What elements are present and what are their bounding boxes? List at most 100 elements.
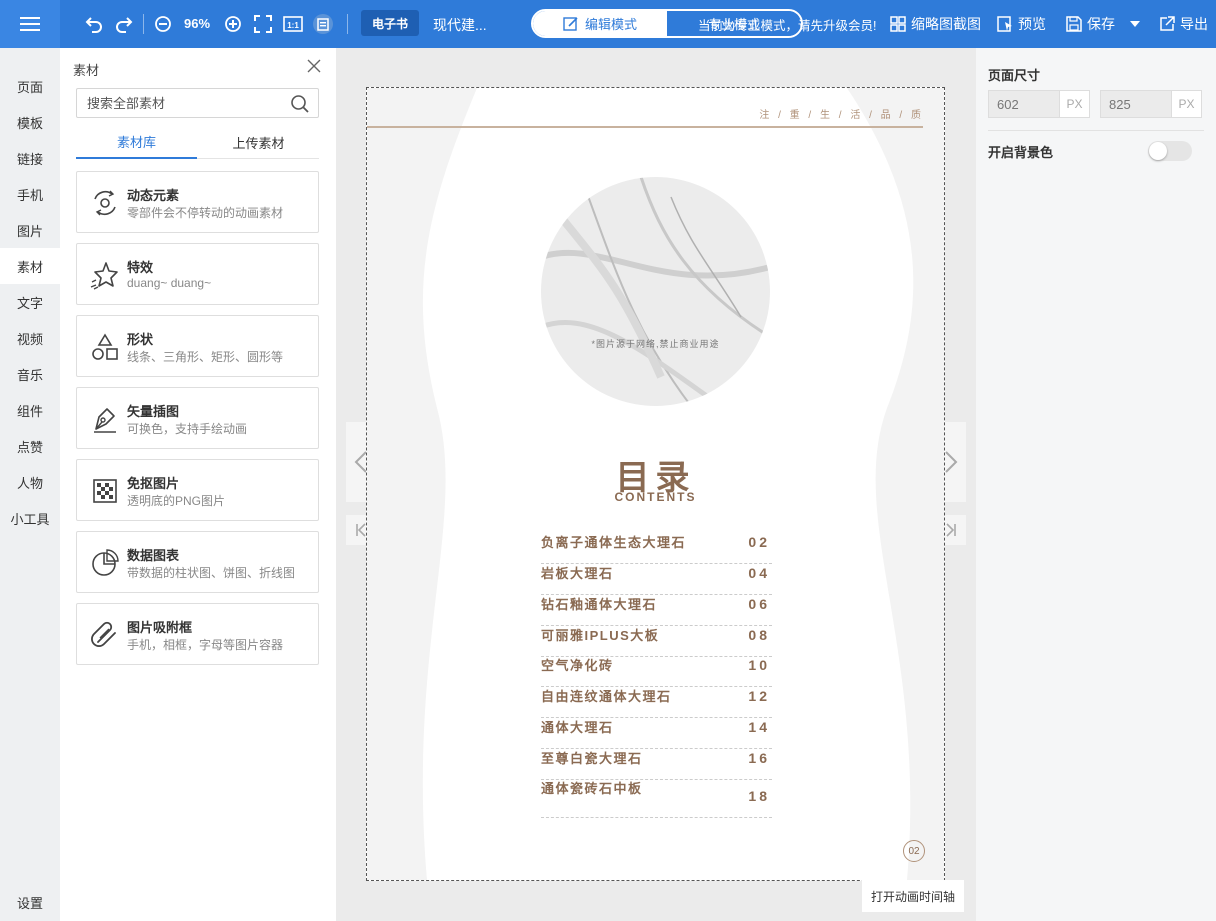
close-panel-button[interactable] xyxy=(306,58,324,76)
edit-icon xyxy=(563,16,578,31)
height-unit: PX xyxy=(1171,91,1201,117)
save-button[interactable]: 保存 xyxy=(1066,14,1115,34)
zoom-level: 96% xyxy=(184,16,211,31)
nav-item-links[interactable]: 链接 xyxy=(0,140,60,176)
page-size-title: 页面尺寸 xyxy=(988,68,1041,83)
search-input[interactable] xyxy=(77,89,287,117)
document-title[interactable]: 现代建... xyxy=(433,15,487,35)
toc-row-number: 14 xyxy=(748,719,770,735)
preview-button[interactable]: 预览 xyxy=(997,14,1046,34)
card-description: 透明底的PNG图片 xyxy=(127,494,226,508)
nav-item-text[interactable]: 文字 xyxy=(0,284,60,320)
image-caption: *图片源于网络,禁止商业用途 xyxy=(591,339,720,349)
toc-row: 空气净化砖 10 xyxy=(541,655,772,687)
menu-icon xyxy=(20,17,40,31)
toc-row-name: 通体大理石 xyxy=(541,720,614,735)
page-width-input[interactable] xyxy=(989,91,1061,117)
nav-item-video[interactable]: 视频 xyxy=(0,320,60,356)
nav-item-templates[interactable]: 模板 xyxy=(0,104,60,140)
toc-row-number: 08 xyxy=(748,627,770,643)
toc-row-number: 18 xyxy=(748,788,770,804)
material-card-effects[interactable]: 特效 duang~ duang~ xyxy=(76,243,319,305)
clipboard-button[interactable] xyxy=(311,12,335,36)
page-canvas[interactable]: 注 / 重 / 生 / 活 / 品 / 质 *图片源于网络,禁止商业用途 目录 … xyxy=(366,87,945,881)
toc-row-name: 可丽雅IPLUS大板 xyxy=(541,628,660,643)
nav-item-pages[interactable]: 页面 xyxy=(0,68,60,104)
header-rule xyxy=(367,126,923,128)
redo-button[interactable] xyxy=(112,12,136,36)
toc-row: 自由连纹通体大理石 12 xyxy=(541,686,772,718)
toc-row: 通体瓷砖石中板 18 xyxy=(541,778,772,818)
fullscreen-button[interactable] xyxy=(251,12,275,36)
nav-item-tools[interactable]: 小工具 xyxy=(0,500,60,536)
toc-row: 岩板大理石 04 xyxy=(541,563,772,595)
menu-button[interactable] xyxy=(0,0,60,48)
save-label: 保存 xyxy=(1087,16,1115,32)
close-icon xyxy=(307,59,321,73)
nav-item-phone[interactable]: 手机 xyxy=(0,176,60,212)
star-effect-icon xyxy=(90,262,118,290)
nav-item-settings[interactable]: 设置 xyxy=(0,884,60,920)
undo-button[interactable] xyxy=(82,12,106,36)
nav-item-likes[interactable]: 点赞 xyxy=(0,428,60,464)
animation-timeline-button[interactable]: 打开动画时间轴 xyxy=(862,880,964,912)
material-card-shapes[interactable]: 形状 线条、三角形、矩形、圆形等 xyxy=(76,315,319,377)
toc-row-name: 通体瓷砖石中板 xyxy=(541,781,643,796)
marble-texture xyxy=(541,177,770,406)
toc-row-name: 负离子通体生态大理石 xyxy=(541,535,687,550)
toggle-knob xyxy=(1149,142,1167,160)
save-icon xyxy=(1066,16,1082,32)
actual-size-button[interactable]: 1:1 xyxy=(281,12,305,36)
tab-material-library[interactable]: 素材库 xyxy=(76,126,197,159)
toc-row-number: 12 xyxy=(748,688,770,704)
zoom-out-button[interactable] xyxy=(151,12,175,36)
export-label: 导出 xyxy=(1180,16,1208,32)
nav-item-music[interactable]: 音乐 xyxy=(0,356,60,392)
toc-row: 通体大理石 14 xyxy=(541,717,772,749)
checkerboard-icon xyxy=(93,479,117,503)
redo-icon xyxy=(116,17,133,33)
card-title: 动态元素 xyxy=(127,188,180,203)
nav-rail: 页面 模板 链接 手机 图片 素材 文字 视频 音乐 组件 点赞 人物 小工具 … xyxy=(0,48,60,921)
material-card-png[interactable]: 免抠图片 透明底的PNG图片 xyxy=(76,459,319,521)
clipboard-icon xyxy=(313,14,333,34)
toc-row-number: 02 xyxy=(748,534,770,550)
tab-upload-material[interactable]: 上传素材 xyxy=(198,126,319,159)
thumbnail-icon xyxy=(890,16,906,32)
card-description: 手机，相框，字母等图片容器 xyxy=(127,638,284,652)
ebook-tag[interactable]: 电子书 xyxy=(361,10,419,36)
page-height-input[interactable] xyxy=(1101,91,1173,117)
page-width-box: PX xyxy=(988,90,1090,118)
marble-image[interactable]: *图片源于网络,禁止商业用途 xyxy=(541,177,770,406)
card-title: 特效 xyxy=(127,260,154,275)
material-card-animated[interactable]: 动态元素 零部件会不停转动的动画素材 xyxy=(76,171,319,233)
zoom-in-button[interactable] xyxy=(221,12,245,36)
pen-icon xyxy=(94,408,116,433)
toc-row-number: 10 xyxy=(748,657,770,673)
thumbnail-label: 缩略图截图 xyxy=(911,16,981,32)
toc-row: 至尊白瓷大理石 16 xyxy=(541,748,772,780)
panel-tabs: 素材库 上传素材 xyxy=(76,126,319,159)
nav-item-images[interactable]: 图片 xyxy=(0,212,60,248)
toc-row-name: 岩板大理石 xyxy=(541,566,614,581)
top-toolbar: 96% 1:1 电子书 现代建... 编辑模式 专业模式 当前为专业模式，请先升… xyxy=(0,0,1216,48)
material-card-image-frame[interactable]: 图片吸附框 手机，相框，字母等图片容器 xyxy=(76,603,319,665)
search-icon[interactable] xyxy=(290,94,310,114)
export-button[interactable]: 导出 xyxy=(1159,14,1208,34)
material-card-charts[interactable]: 数据图表 带数据的柱状图、饼图、折线图 xyxy=(76,531,319,593)
thumbnail-screenshot-button[interactable]: 缩略图截图 xyxy=(890,14,981,34)
nav-item-components[interactable]: 组件 xyxy=(0,392,60,428)
edit-mode-option[interactable]: 编辑模式 xyxy=(533,11,667,36)
toc-row-name: 钻石釉通体大理石 xyxy=(541,597,658,612)
material-card-vector[interactable]: 矢量插图 可换色，支持手绘动画 xyxy=(76,387,319,449)
properties-panel: 页面尺寸 PX PX 开启背景色 xyxy=(976,48,1216,921)
save-dropdown[interactable] xyxy=(1123,12,1147,36)
magnet-icon xyxy=(91,621,116,647)
caret-down-icon xyxy=(1130,21,1140,27)
bg-color-toggle[interactable] xyxy=(1148,141,1192,161)
materials-panel: 素材 素材库 上传素材 动态元素 零部件会不停转动的动画素材 特效 duang~… xyxy=(60,48,336,921)
edit-mode-label: 编辑模式 xyxy=(584,17,637,32)
nav-item-materials[interactable]: 素材 xyxy=(0,248,60,284)
toc-row-name: 自由连纹通体大理石 xyxy=(541,689,672,704)
nav-item-people[interactable]: 人物 xyxy=(0,464,60,500)
